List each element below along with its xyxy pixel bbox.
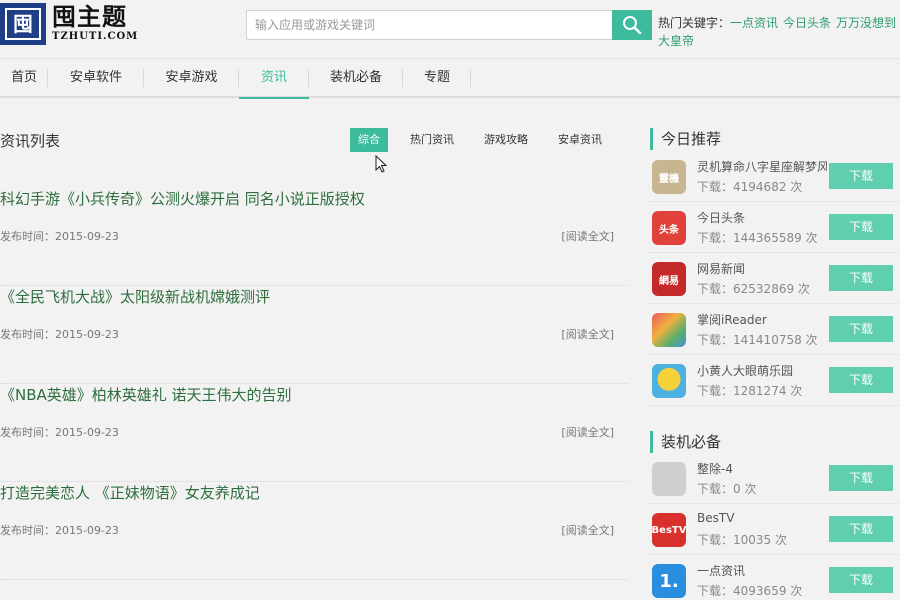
search-button[interactable] — [612, 10, 652, 40]
news-item-date: 发布时间：2015-09-23 — [0, 524, 119, 537]
download-button[interactable]: 下载 — [829, 214, 893, 240]
news-item-date: 发布时间：2015-09-23 — [0, 328, 119, 341]
app-name[interactable]: 小黄人大眼萌乐园 — [697, 362, 827, 379]
search-icon — [623, 16, 642, 35]
ireader-icon[interactable] — [652, 313, 686, 347]
search-bar — [246, 10, 652, 40]
read-more-link[interactable]: [阅读全文] — [561, 424, 614, 440]
app-download-count: 下载：0 次 — [697, 482, 757, 496]
nav-item-news[interactable]: 资讯 — [239, 59, 309, 99]
app-download-count: 下载：4093659 次 — [697, 584, 803, 598]
news-item-date: 发布时间：2015-09-23 — [0, 426, 119, 439]
news-item-date: 发布时间：2015-09-23 — [0, 230, 119, 243]
app-item: 靈機 灵机算命八字星座解梦风水 下载：4194682 次 下载 — [650, 154, 900, 202]
nav-item-topics[interactable]: 专题 — [403, 59, 471, 97]
read-more-link[interactable]: [阅读全文] — [561, 228, 614, 244]
nav-item-home[interactable]: 首页 — [0, 59, 48, 97]
bestv-icon[interactable]: BesTV — [652, 513, 686, 547]
logo-emblem: 囤 — [0, 3, 46, 45]
app-item: 1. 一点资讯下载：4093659 次 下载 — [650, 558, 900, 600]
filter-tab-android-news[interactable]: 安卓资讯 — [550, 128, 610, 152]
hot-keyword-link[interactable]: 一点资讯 — [730, 16, 778, 30]
minion-icon[interactable] — [652, 364, 686, 398]
news-item: 打造完美恋人 《正妹物语》女友养成记 发布时间：2015-09-23 [阅读全文… — [0, 482, 628, 580]
main-nav: 首页 安卓软件 安卓游戏 资讯 装机必备 专题 — [0, 58, 900, 99]
site-header: 囤 囤主题 TZHUTI.COM 热门关键字：一点资讯今日头条万万没想到大皇帝 — [0, 0, 900, 58]
download-button[interactable]: 下载 — [829, 367, 893, 393]
app-item: 头条 今日头条下载：144365589 次下载 — [650, 205, 900, 253]
news-item-title[interactable]: 《全民飞机大战》太阳级新战机嫦娥测评 — [0, 286, 270, 307]
hot-keywords-label: 热门关键字： — [658, 16, 731, 30]
sidebar: 今日推荐 靈機 灵机算命八字星座解梦风水 下载：4194682 次下载 头条 今日头条下… — [650, 98, 900, 600]
nav-item-android-software[interactable]: 安卓软件 — [48, 59, 144, 97]
download-button[interactable]: 下载 — [829, 465, 893, 491]
app-download-count: 下载：10035 次 — [697, 533, 788, 547]
yidian-icon[interactable]: 1. — [652, 564, 686, 598]
netease-news-icon[interactable]: 網易 — [652, 262, 686, 296]
app-download-count: 下载：62532869 次 — [697, 282, 810, 296]
download-button[interactable]: 下载 — [829, 567, 893, 593]
app-name[interactable]: 一点资讯 — [697, 562, 827, 579]
read-more-link[interactable]: [阅读全文] — [561, 326, 614, 342]
app-name[interactable]: 网易新闻 — [697, 260, 827, 277]
nav-item-android-games[interactable]: 安卓游戏 — [144, 59, 239, 97]
filter-tab-game-guides[interactable]: 游戏攻略 — [476, 128, 536, 152]
hot-keyword-link[interactable]: 大皇帝 — [658, 34, 694, 48]
site-logo[interactable]: 囤 囤主题 TZHUTI.COM — [0, 3, 138, 45]
filter-tab-all[interactable]: 综合 — [350, 128, 388, 152]
read-more-link[interactable]: [阅读全文] — [561, 522, 614, 538]
toutiao-icon[interactable]: 头条 — [652, 211, 686, 245]
news-list-section: 资讯列表 综合 热门资讯 游戏攻略 安卓资讯 科幻手游《小兵传奇》公测火爆开启 … — [0, 98, 630, 600]
app-download-count: 下载：1281274 次 — [697, 384, 803, 398]
app-name[interactable]: 灵机算命八字星座解梦风水 — [697, 158, 827, 175]
download-button[interactable]: 下载 — [829, 265, 893, 291]
placeholder-app-icon[interactable] — [652, 462, 686, 496]
news-item-title[interactable]: 打造完美恋人 《正妹物语》女友养成记 — [0, 482, 260, 503]
app-item: BesTV BesTV 下载：10035 次 下载 — [650, 507, 900, 555]
search-input[interactable] — [246, 10, 612, 40]
logo-name: 囤主题 — [52, 2, 127, 31]
app-download-count: 下载：144365589 次 — [697, 231, 818, 245]
download-button[interactable]: 下载 — [829, 163, 893, 189]
nav-item-essentials[interactable]: 装机必备 — [309, 59, 403, 97]
app-item: 掌阅iReader 下载：141410758 次下载 — [650, 307, 900, 355]
news-filter-tabs: 综合 热门资讯 游戏攻略 安卓资讯 — [350, 128, 624, 152]
app-name[interactable]: BesTV — [697, 511, 827, 525]
app-name[interactable]: 掌阅iReader — [697, 311, 827, 328]
today-recommend-title: 今日推荐 — [650, 128, 721, 150]
app-name[interactable]: 整除-4 — [697, 460, 827, 477]
app-download-count: 下载：141410758 次 — [697, 333, 818, 347]
download-button[interactable]: 下载 — [829, 516, 893, 542]
app-item: 網易 网易新闻下载：62532869 次 下载 — [650, 256, 900, 304]
logo-domain: TZHUTI.COM — [52, 31, 139, 42]
hot-keywords: 热门关键字：一点资讯 今日头条 万万没想到大皇帝 — [658, 14, 900, 50]
news-item: 《NBA英雄》柏林英雄礼 诺天王伟大的告别 发布时间：2015-09-23 [阅… — [0, 384, 628, 482]
news-item: 科幻手游《小兵传奇》公测火爆开启 同名小说正版授权 发布时间：2015-09-2… — [0, 188, 628, 286]
mouse-cursor-icon — [375, 155, 387, 173]
news-list-title: 资讯列表 — [0, 132, 61, 150]
filter-tab-hot-news[interactable]: 热门资讯 — [402, 128, 462, 152]
news-item: 《全民飞机大战》太阳级新战机嫦娥测评 发布时间：2015-09-23 [阅读全文… — [0, 286, 628, 384]
app-name[interactable]: 今日头条 — [697, 209, 827, 226]
news-item-title[interactable]: 科幻手游《小兵传奇》公测火爆开启 同名小说正版授权 — [0, 188, 365, 209]
hot-keyword-link[interactable]: 万万没想到 — [836, 16, 896, 30]
essential-apps-title: 装机必备 — [650, 431, 721, 453]
app-download-count: 下载：4194682 次 — [697, 180, 803, 194]
news-item-title[interactable]: 《NBA英雄》柏林英雄礼 诺天王伟大的告别 — [0, 384, 292, 405]
hot-keyword-link[interactable]: 今日头条 — [783, 16, 831, 30]
lingji-icon[interactable]: 靈機 — [652, 160, 686, 194]
download-button[interactable]: 下载 — [829, 316, 893, 342]
logo-emblem-glyph: 囤 — [5, 8, 41, 40]
app-item: 整除-4 下载：0 次 下载 — [650, 456, 900, 504]
app-item: 小黄人大眼萌乐园 下载：1281274 次 下载 — [650, 358, 900, 406]
